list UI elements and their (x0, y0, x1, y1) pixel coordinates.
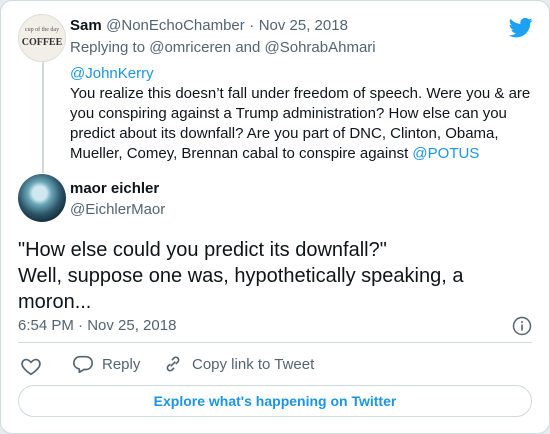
mention-johnkerry[interactable]: @JohnKerry (70, 65, 154, 82)
divider (18, 342, 532, 343)
parent-tweet-text: @JohnKerry You realize this doesn’t fall… (70, 64, 530, 164)
replying-user-2[interactable]: @SohrabAhmari (265, 39, 376, 56)
explore-twitter-button[interactable]: Explore what's happening on Twitter (18, 385, 532, 417)
replying-user-1[interactable]: @omriceren (149, 39, 231, 56)
parent-header: Sam @NonEchoChamber · Nov 25, 2018 (70, 17, 348, 35)
parent-author-name[interactable]: Sam (70, 17, 102, 34)
replying-and: and (235, 39, 261, 56)
embedded-tweet-card: cup of the day COFFEE Sam @NonEchoChambe… (0, 0, 550, 434)
heart-icon (21, 358, 41, 376)
maor-avatar[interactable] (18, 174, 66, 222)
parent-date[interactable]: Nov 25, 2018 (259, 17, 348, 34)
twitter-bird-icon[interactable] (508, 15, 533, 39)
parent-author-handle[interactable]: @NonEchoChamber (106, 17, 245, 34)
reply-label: Reply (102, 355, 141, 373)
main-text-line: "How else could you predict its downfall… (18, 239, 387, 261)
parent-text-line: You realize this doesn’t fall under free… (70, 85, 531, 102)
avatar-logo-text: COFFEE (21, 37, 63, 48)
like-button[interactable] (20, 355, 42, 377)
separator-dot: · (249, 17, 255, 34)
tweet-timestamp[interactable]: 6:54 PM · Nov 25, 2018 (18, 317, 176, 334)
main-tweet-text: "How else could you predict its downfall… (18, 237, 463, 315)
avatar-caption: cup of the day (24, 27, 60, 33)
copy-link-button[interactable]: Copy link to Tweet (162, 353, 314, 375)
sam-avatar[interactable]: cup of the day COFFEE (18, 14, 66, 62)
reply-button[interactable]: Reply (72, 353, 140, 375)
parent-text-line: Mueller, Comey, Brennan cabal to conspir… (70, 145, 409, 162)
main-text-line: moron... (18, 291, 92, 313)
replying-to: Replying to @omriceren and @SohrabAhmari (70, 39, 376, 56)
info-icon[interactable] (512, 316, 532, 336)
parent-text-line: you conspiring against a Trump administr… (70, 105, 507, 122)
thread-line (42, 61, 44, 173)
main-text-line: Well, suppose one was, hypothetically sp… (18, 265, 464, 287)
main-author-name[interactable]: maor eichler (70, 180, 159, 197)
link-icon (166, 356, 180, 372)
reply-bubble-icon (73, 355, 93, 374)
copy-link-label: Copy link to Tweet (192, 355, 315, 373)
parent-text-line: predict about its downfall? Are you part… (70, 125, 499, 142)
mention-potus[interactable]: @POTUS (412, 145, 479, 162)
replying-prefix: Replying to (70, 39, 146, 56)
main-author-handle[interactable]: @EichlerMaor (70, 201, 165, 218)
